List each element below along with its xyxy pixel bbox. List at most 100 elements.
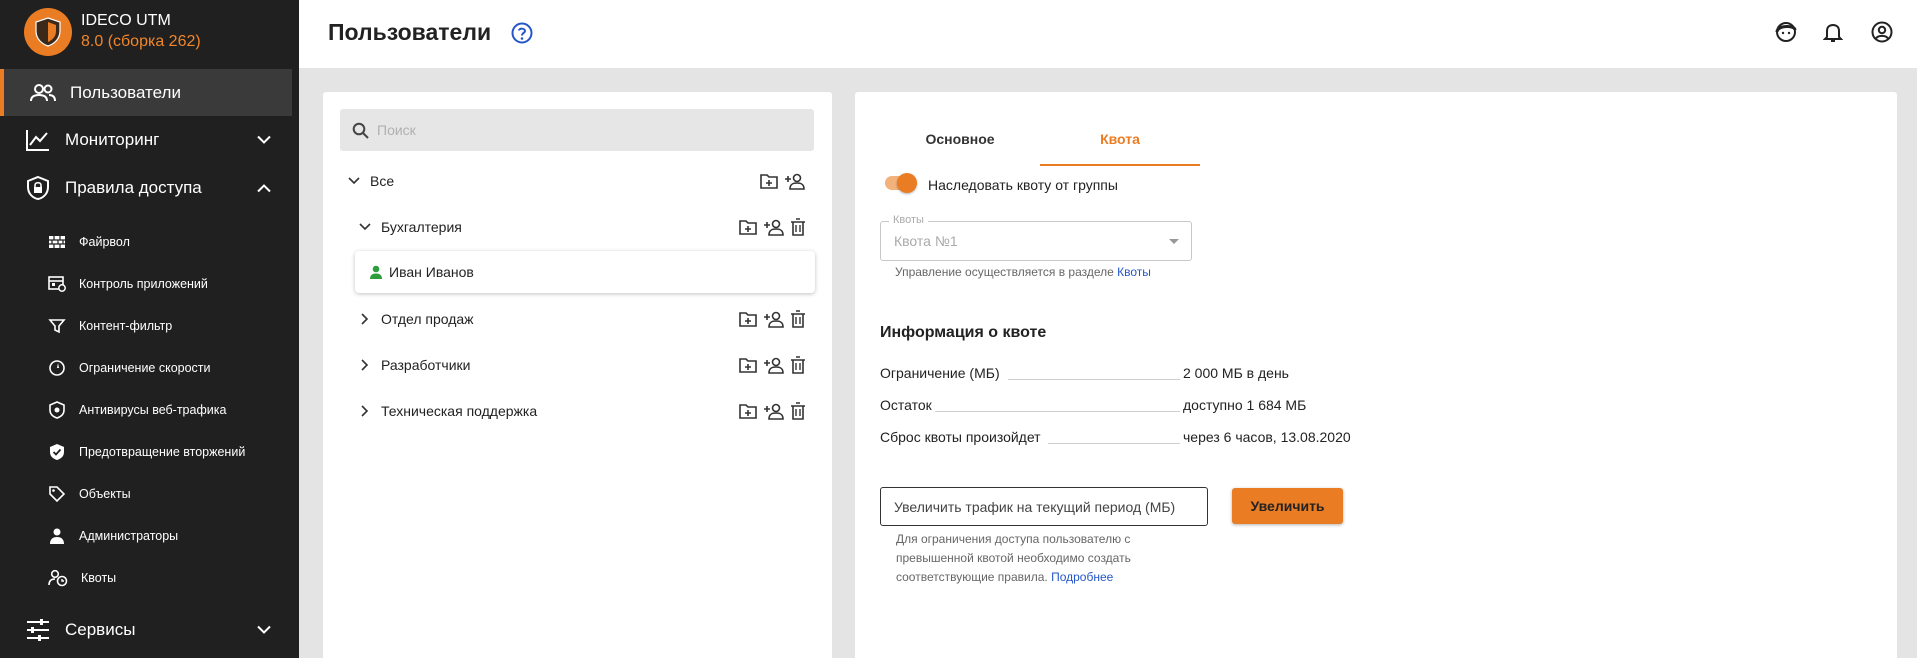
tree-node-root[interactable]: Все (340, 161, 814, 201)
quota-select[interactable]: Квоты Квота №1 (880, 214, 1192, 261)
increase-button[interactable]: Увеличить (1232, 488, 1343, 524)
sidebar-item-administrators[interactable]: Администраторы (0, 515, 299, 557)
search-icon (352, 122, 369, 139)
tree-node-label: Иван Иванов (389, 264, 474, 280)
users-icon (30, 83, 56, 101)
chevron-right-icon[interactable] (361, 405, 369, 417)
nav-item-monitoring[interactable]: Мониторинг (0, 116, 299, 164)
page-title: Пользователи (328, 19, 492, 45)
add-user-icon[interactable] (784, 172, 806, 190)
tree-node-user-selected[interactable]: Иван Иванов (355, 251, 815, 293)
tree-node-group[interactable]: Отдел продаж (340, 299, 814, 339)
sidebar-item-label: Квоты (81, 571, 117, 585)
add-user-icon[interactable] (763, 402, 785, 420)
delete-icon[interactable] (790, 356, 806, 374)
top-header: Пользователи (299, 0, 1917, 68)
inherit-quota-toggle[interactable] (885, 173, 917, 193)
add-folder-icon[interactable] (738, 310, 758, 328)
dropdown-arrow-icon (1169, 239, 1179, 244)
delete-icon[interactable] (790, 310, 806, 328)
add-user-icon[interactable] (763, 356, 785, 374)
add-user-icon[interactable] (763, 310, 785, 328)
sidebar-item-label: Контроль приложений (79, 277, 208, 291)
quota-info-title: Информация о квоте (880, 324, 1047, 341)
sidebar: IDECO UTM 8.0 (сборка 262) Пользователи … (0, 0, 299, 658)
brand-version: 8.0 (сборка 262) (81, 32, 201, 50)
sidebar-item-app-control[interactable]: Контроль приложений (0, 263, 299, 305)
delete-icon[interactable] (790, 218, 806, 236)
account-icon[interactable] (1871, 21, 1893, 43)
sidebar-item-antivirus[interactable]: Антивирусы веб-трафика (0, 389, 299, 431)
brand: IDECO UTM 8.0 (сборка 262) (0, 0, 299, 63)
tree-node-group[interactable]: Техническая поддержка (340, 391, 814, 431)
nav-item-users-label: Пользователи (70, 82, 181, 102)
sidebar-item-intrusion-prevention[interactable]: Предотвращение вторжений (0, 431, 299, 473)
increase-traffic-input[interactable] (880, 487, 1208, 526)
sidebar-item-objects[interactable]: Объекты (0, 473, 299, 515)
bell-icon[interactable] (1823, 21, 1843, 43)
sidebar-item-speed-limit[interactable]: Ограничение скорости (0, 347, 299, 389)
shield-check-icon (50, 444, 64, 460)
sidebar-item-label: Антивирусы веб-трафика (79, 403, 227, 417)
sidebar-item-label: Объекты (79, 487, 131, 501)
quota-select-value: Квота №1 (894, 233, 958, 249)
quota-hint: Управление осуществляется в разделе Квот… (895, 265, 1151, 279)
quota-info-key: Сброс квоты произойдет (880, 429, 1041, 445)
quota-info-row: Сброс квоты произойдет через 6 часов, 13… (880, 429, 1400, 449)
quota-info-key: Ограничение (МБ) (880, 365, 1000, 381)
sidebar-item-quotas[interactable]: Квоты (0, 557, 299, 599)
quota-info-value: 2 000 МБ в день (1183, 365, 1289, 381)
add-folder-icon[interactable] (759, 172, 779, 190)
chevron-right-icon[interactable] (361, 313, 369, 325)
search-box (340, 109, 814, 151)
dotted-leader (935, 411, 1180, 412)
tree-node-label: Разработчики (381, 357, 471, 373)
tree-node-label: Отдел продаж (381, 311, 474, 327)
chevron-down-icon (257, 625, 271, 634)
nav-item-users[interactable]: Пользователи (0, 69, 292, 116)
quota-info-row: Остаток доступно 1 684 МБ (880, 397, 1400, 417)
nav-item-access-rules[interactable]: Правила доступа (0, 164, 299, 212)
chevron-down-icon[interactable] (359, 223, 371, 231)
nav-item-services[interactable]: Сервисы (0, 606, 299, 654)
delete-icon[interactable] (790, 402, 806, 420)
more-info-link[interactable]: Подробнее (1051, 570, 1113, 584)
chevron-up-icon (257, 184, 271, 193)
sidebar-item-label: Файрвол (79, 235, 130, 249)
nav-item-access-rules-label: Правила доступа (65, 178, 202, 197)
support-face-icon[interactable] (1775, 21, 1797, 43)
antivirus-shield-icon (49, 401, 65, 419)
add-folder-icon[interactable] (738, 218, 758, 236)
inherit-quota-label: Наследовать квоту от группы (928, 177, 1118, 193)
tab-main[interactable]: Основное (880, 124, 1040, 166)
tree-node-label: Техническая поддержка (381, 403, 538, 419)
quota-user-clock-icon (48, 569, 68, 587)
tab-quota[interactable]: Квота (1040, 124, 1200, 166)
add-user-icon[interactable] (763, 218, 785, 236)
sidebar-item-label: Контент-фильтр (79, 319, 173, 333)
chevron-right-icon[interactable] (361, 359, 369, 371)
tree-node-label: Все (370, 173, 395, 189)
chevron-down-icon[interactable] (348, 177, 360, 185)
quota-info-row: Ограничение (МБ) 2 000 МБ в день (880, 365, 1400, 385)
sidebar-item-firewall[interactable]: Файрвол (0, 221, 299, 263)
firewall-icon (49, 236, 65, 248)
dotted-leader (1008, 379, 1180, 380)
filter-icon (48, 319, 66, 334)
quota-info-key: Остаток (880, 397, 932, 413)
search-input[interactable] (377, 122, 797, 138)
shield-lock-icon (27, 175, 49, 201)
help-icon[interactable] (511, 22, 533, 44)
sidebar-item-label: Администраторы (79, 529, 179, 543)
quota-note: Для ограничения доступа пользователю с п… (896, 530, 1156, 587)
add-folder-icon[interactable] (738, 402, 758, 420)
quotas-link[interactable]: Квоты (1117, 265, 1151, 279)
quota-info-value: доступно 1 684 МБ (1183, 397, 1307, 413)
sidebar-item-label: Ограничение скорости (79, 361, 211, 375)
speed-limit-icon (49, 360, 65, 376)
add-folder-icon[interactable] (738, 356, 758, 374)
tree-node-group[interactable]: Разработчики (340, 345, 814, 385)
sidebar-item-content-filter[interactable]: Контент-фильтр (0, 305, 299, 347)
tree-node-group[interactable]: Бухгалтерия (340, 207, 814, 247)
nav-item-monitoring-label: Мониторинг (65, 130, 160, 149)
